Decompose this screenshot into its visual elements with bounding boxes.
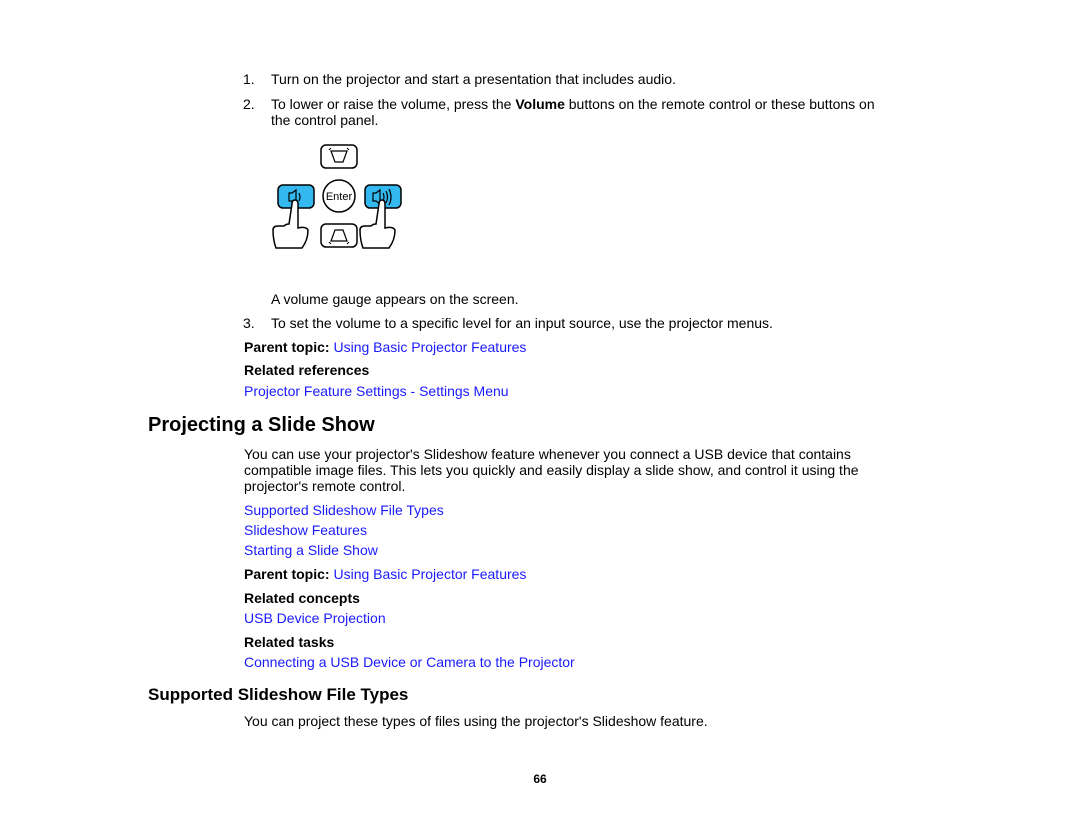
- step-3-text: To set the volume to a specific level fo…: [271, 315, 773, 331]
- slideshow-intro-line-1: You can use your projector's Slideshow f…: [244, 446, 851, 462]
- related-concept-link[interactable]: USB Device Projection: [244, 610, 386, 627]
- parent-topic-link[interactable]: Using Basic Projector Features: [333, 566, 526, 582]
- step-2-text-line2: the control panel.: [271, 112, 379, 128]
- parent-topic-2: Parent topic: Using Basic Projector Feat…: [244, 566, 526, 583]
- slideshow-intro-line-2: compatible image files. This lets you qu…: [244, 462, 859, 478]
- related-task-link[interactable]: Connecting a USB Device or Camera to the…: [244, 654, 575, 671]
- keystone-down-icon: [320, 223, 358, 248]
- result-text: A volume gauge appears on the screen.: [271, 291, 519, 307]
- section-title-projecting-slide-show: Projecting a Slide Show: [148, 414, 375, 436]
- parent-topic-1: Parent topic: Using Basic Projector Feat…: [244, 339, 526, 356]
- supported-file-types-intro: You can project these types of files usi…: [244, 713, 708, 729]
- parent-topic-label: Parent topic:: [244, 339, 330, 355]
- slideshow-intro-line-3: projector's remote control.: [244, 478, 406, 494]
- related-concepts-heading: Related concepts: [244, 590, 360, 606]
- section-title-supported-file-types: Supported Slideshow File Types: [148, 685, 409, 704]
- step-2-bold: Volume: [515, 96, 565, 112]
- control-panel-illustration: Enter: [265, 140, 415, 255]
- child-link-starting-slide-show[interactable]: Starting a Slide Show: [244, 542, 378, 559]
- parent-topic-label: Parent topic:: [244, 566, 330, 582]
- step-2-text: To lower or raise the volume, press the …: [271, 96, 875, 113]
- step-1-text: Turn on the projector and start a presen…: [271, 71, 676, 87]
- step-2-number: 2.: [243, 96, 255, 112]
- related-tasks-heading: Related tasks: [244, 634, 335, 650]
- child-link-slideshow-features[interactable]: Slideshow Features: [244, 522, 367, 539]
- enter-label: Enter: [326, 191, 353, 203]
- step-3-number: 3.: [243, 315, 255, 331]
- keystone-up-icon: [320, 144, 358, 169]
- related-reference-link[interactable]: Projector Feature Settings - Settings Me…: [244, 383, 509, 400]
- page-number: 66: [533, 772, 547, 786]
- enter-button: Enter: [322, 179, 356, 213]
- child-link-supported-file-types[interactable]: Supported Slideshow File Types: [244, 502, 444, 519]
- parent-topic-link[interactable]: Using Basic Projector Features: [333, 339, 526, 355]
- step-1-number: 1.: [243, 71, 255, 87]
- related-references-heading: Related references: [244, 362, 370, 378]
- step-2-text-after: buttons on the remote control or these b…: [564, 96, 875, 112]
- step-2-text-before: To lower or raise the volume, press the: [271, 96, 516, 112]
